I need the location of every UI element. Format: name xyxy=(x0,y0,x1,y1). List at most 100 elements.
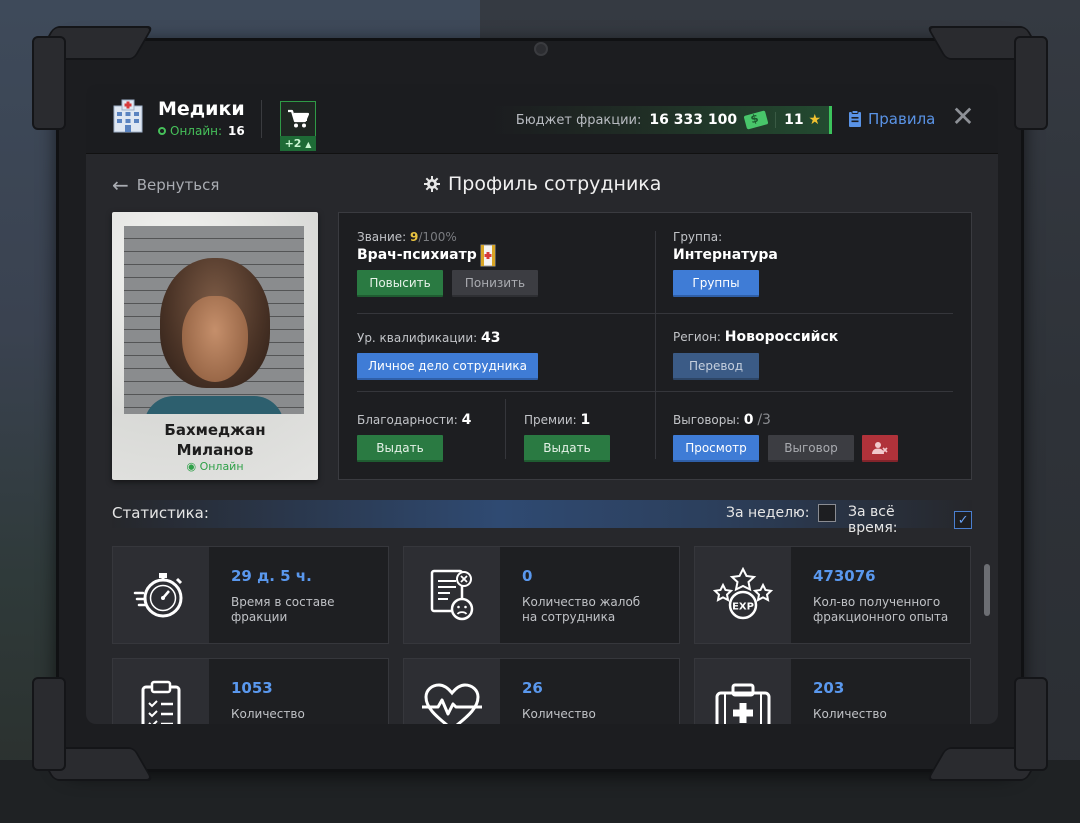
region-label: Регион: xyxy=(673,330,721,344)
rank-progress: /100% xyxy=(418,230,457,244)
shop-cart-button[interactable] xyxy=(280,101,316,137)
period-week-toggle[interactable]: За неделю: xyxy=(726,504,836,522)
period-all-time-toggle[interactable]: За всё время: ✓ xyxy=(848,504,972,536)
medkit-icon xyxy=(715,683,771,724)
budget-amount: 16 333 100 xyxy=(649,112,738,128)
panel-divider xyxy=(357,391,953,392)
give-thanks-button[interactable]: Выдать xyxy=(357,435,443,462)
close-button[interactable]: ✕ xyxy=(950,103,976,132)
online-label: Онлайн: xyxy=(170,124,223,138)
demote-button[interactable]: Понизить xyxy=(452,270,538,297)
bonuses-value: 1 xyxy=(580,412,591,428)
page-title-text: Профиль сотрудника xyxy=(448,173,662,195)
employee-mugshot xyxy=(124,226,304,414)
gear-icon xyxy=(424,176,440,192)
personal-file-button[interactable]: Личное дело сотрудника xyxy=(357,353,538,380)
employee-status-text: Онлайн xyxy=(199,460,244,473)
qualification-label: Ур. квалификации: xyxy=(357,331,478,345)
exp-stars-icon: EXP xyxy=(713,567,773,620)
stat-desc-line: Время в составе xyxy=(231,595,335,609)
group-value: Интернатура xyxy=(673,247,778,263)
employee-status: ◉ Онлайн xyxy=(112,460,318,473)
faction-name: Медики xyxy=(158,98,245,120)
employee-last-name: Миланов xyxy=(176,441,254,459)
statistics-title: Статистика: xyxy=(112,504,209,522)
view-reprimands-button[interactable]: Просмотр xyxy=(673,435,759,462)
rules-link[interactable]: Правила xyxy=(848,110,935,128)
period-week-label: За неделю: xyxy=(726,505,810,521)
stat-icon-box: EXP xyxy=(695,547,791,643)
employee-first-name: Бахмеджан xyxy=(164,421,266,439)
stat-description: Количество xyxy=(231,707,381,722)
reprimands-label: Выговоры: xyxy=(673,413,740,427)
stat-value: 203 xyxy=(813,679,845,697)
clipboard-icon xyxy=(141,680,181,724)
qualification-row: Ур. квалификации: 43 xyxy=(357,330,500,346)
stat-desc-line: на сотрудника xyxy=(522,610,616,624)
stat-desc-line: Количество xyxy=(231,707,305,721)
stat-description: Количество жалоб на сотрудника xyxy=(522,595,672,625)
period-all-time-label: За всё время: xyxy=(848,504,898,536)
stat-description: Время в составе фракции xyxy=(231,595,381,625)
dismiss-employee-button[interactable] xyxy=(862,435,898,462)
faction-budget: Бюджет фракции: 16 333 100 11 ★ xyxy=(490,106,832,134)
employee-photo-card: Бахмеджан Миланов ◉ Онлайн xyxy=(112,212,318,480)
stat-icon-box xyxy=(113,659,209,724)
stat-card-complaints: 0 Количество жалоб на сотрудника xyxy=(403,546,680,644)
online-dot-icon xyxy=(158,127,166,135)
heart-pulse-icon xyxy=(422,683,482,724)
panel-divider xyxy=(357,313,953,314)
page-title: Профиль сотрудника xyxy=(424,173,661,195)
group-label: Группа: xyxy=(673,230,723,244)
qualification-value: 43 xyxy=(481,330,501,346)
stat-desc-line: фракции xyxy=(231,610,288,624)
stats-scrollbar[interactable] xyxy=(984,564,990,616)
rank-label: Звание: xyxy=(357,230,407,244)
give-reprimand-button[interactable]: Выговор xyxy=(768,435,854,462)
transfer-button[interactable]: Перевод xyxy=(673,353,759,380)
region-row: Регион: Новороссийск xyxy=(673,329,838,345)
stat-value: 473076 xyxy=(813,567,876,585)
thanks-row: Благодарности: 4 xyxy=(357,412,471,428)
rank-insignia-icon xyxy=(480,244,496,267)
faction-stars: 11 ★ xyxy=(775,112,821,128)
reprimands-row: Выговоры: 0 /3 xyxy=(673,412,771,428)
period-week-checkbox[interactable] xyxy=(817,504,836,522)
bonuses-label: Премии: xyxy=(524,413,577,427)
arrow-left-icon: ← xyxy=(112,172,129,197)
online-count: 16 xyxy=(228,124,245,138)
promote-button[interactable]: Повысить xyxy=(357,270,443,297)
back-label: Вернуться xyxy=(136,176,220,194)
employee-name: Бахмеджан Миланов xyxy=(112,420,318,460)
statistics-header: Статистика: За неделю: За всё время: ✓ xyxy=(112,500,972,536)
clipboard-rules-icon xyxy=(849,110,861,127)
give-bonus-button[interactable]: Выдать xyxy=(524,435,610,462)
complaint-doc-icon xyxy=(430,569,474,621)
money-icon xyxy=(743,110,769,130)
arrow-up-icon: ▲ xyxy=(305,140,312,149)
stat-desc-line: Кол-во полученного xyxy=(813,595,941,609)
stat-icon-box xyxy=(113,547,209,643)
thanks-label: Благодарности: xyxy=(357,413,458,427)
cart-badge: +2 ▲ xyxy=(280,136,316,151)
period-all-time-checkbox[interactable]: ✓ xyxy=(954,511,972,529)
remove-user-icon xyxy=(872,441,888,454)
region-value: Новороссийск xyxy=(724,329,839,345)
stat-card-count-3: 203 Количество xyxy=(694,658,971,724)
online-indicator: Онлайн: 16 xyxy=(158,124,245,138)
stat-description: Количество xyxy=(522,707,672,722)
hospital-icon xyxy=(110,98,146,134)
cart-icon xyxy=(288,109,309,128)
thanks-value: 4 xyxy=(461,412,472,428)
stat-value: 29 д. 5 ч. xyxy=(231,567,312,585)
groups-button[interactable]: Группы xyxy=(673,270,759,297)
rules-label: Правила xyxy=(868,110,936,128)
stat-desc-line: Количество xyxy=(813,707,887,721)
reprimands-max: /3 xyxy=(757,412,771,428)
back-button[interactable]: ← Вернуться xyxy=(112,172,220,197)
rank-title: Врач-психиатр xyxy=(357,247,477,263)
stat-value: 0 xyxy=(522,567,533,585)
stars-count: 11 xyxy=(784,112,804,128)
stat-desc-line: фракционного опыта xyxy=(813,610,949,624)
online-dot-icon: ◉ xyxy=(186,460,197,473)
